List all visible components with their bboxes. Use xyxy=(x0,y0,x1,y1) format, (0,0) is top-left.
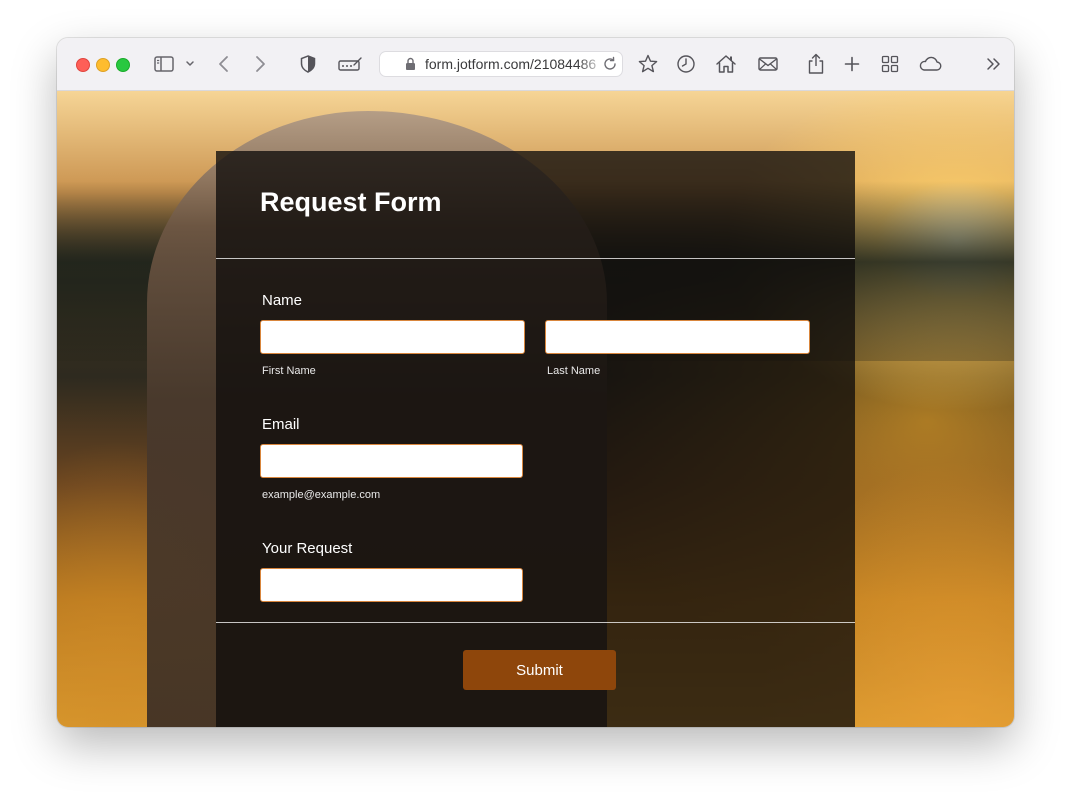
header-divider xyxy=(216,258,855,259)
plus-icon[interactable] xyxy=(840,52,864,76)
share-icon[interactable] xyxy=(804,52,828,76)
cloud-icon[interactable] xyxy=(916,52,944,76)
shield-icon[interactable] xyxy=(296,52,320,76)
autofill-icon[interactable] xyxy=(337,52,363,76)
chevron-down-icon[interactable] xyxy=(178,52,202,76)
request-form: Request Form Name First Name Last Name E… xyxy=(216,151,855,727)
grid-icon[interactable] xyxy=(878,52,902,76)
history-icon[interactable] xyxy=(674,52,698,76)
mail-icon[interactable] xyxy=(756,52,780,76)
overflow-icon[interactable] xyxy=(982,52,1006,76)
zoom-window-button[interactable] xyxy=(116,58,130,72)
footer-divider xyxy=(216,622,855,623)
back-icon[interactable] xyxy=(212,52,236,76)
minimize-window-button[interactable] xyxy=(96,58,110,72)
home-icon[interactable] xyxy=(714,52,738,76)
last-name-input[interactable] xyxy=(545,320,810,354)
close-window-button[interactable] xyxy=(76,58,90,72)
request-input[interactable] xyxy=(260,568,523,602)
request-label: Your Request xyxy=(262,540,353,557)
url-text: form.jotform.com/21084486 xyxy=(425,56,597,72)
form-title: Request Form xyxy=(260,187,442,217)
first-name-sublabel: First Name xyxy=(262,365,316,377)
sidebar-icon[interactable] xyxy=(152,52,176,76)
star-icon[interactable] xyxy=(636,52,660,76)
reload-icon[interactable] xyxy=(602,56,618,76)
first-name-input[interactable] xyxy=(260,320,525,354)
browser-toolbar: form.jotform.com/21084486 xyxy=(57,38,1014,91)
forward-icon[interactable] xyxy=(248,52,272,76)
email-sublabel: example@example.com xyxy=(262,489,381,501)
name-label: Name xyxy=(262,292,303,309)
email-input[interactable] xyxy=(260,444,523,478)
last-name-sublabel: Last Name xyxy=(547,365,601,377)
lock-icon xyxy=(405,57,416,76)
address-bar[interactable]: form.jotform.com/21084486 xyxy=(379,51,623,77)
email-label: Email xyxy=(262,416,300,433)
browser-window: form.jotform.com/21084486 Request Form N… xyxy=(57,38,1014,727)
page-content: Request Form Name First Name Last Name E… xyxy=(57,91,1014,727)
submit-button[interactable]: Submit xyxy=(463,650,616,690)
